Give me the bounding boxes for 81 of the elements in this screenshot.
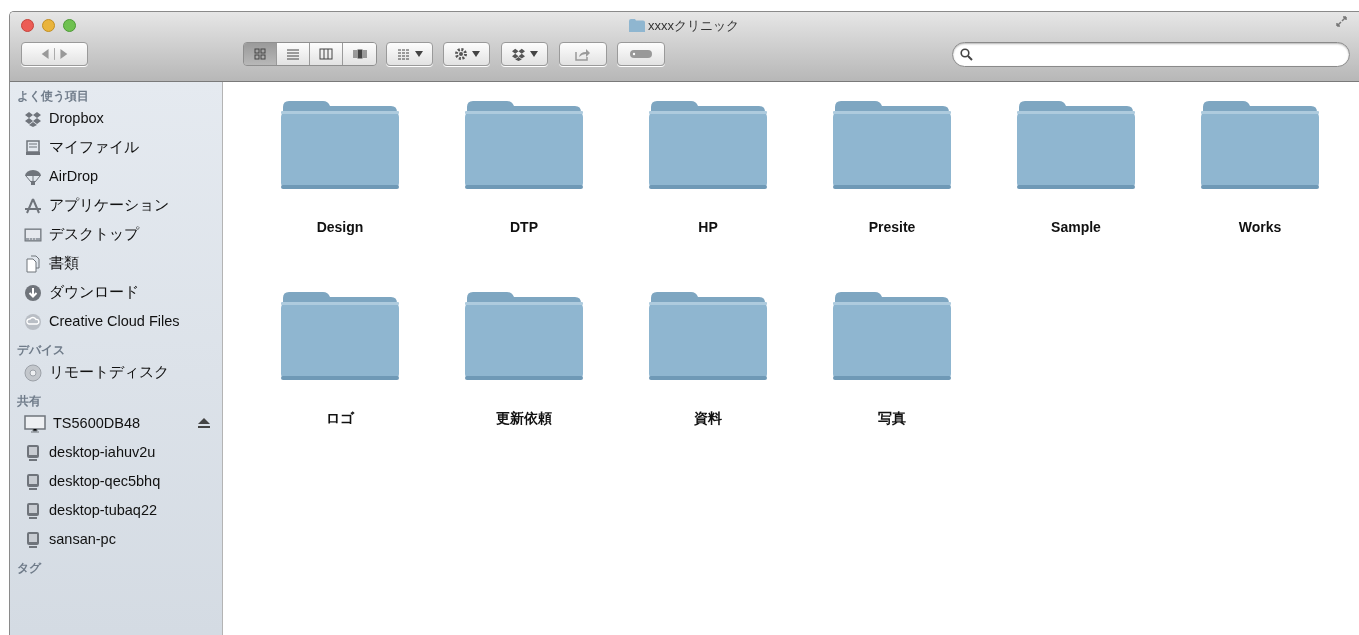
folder-name[interactable]: Design — [316, 217, 364, 238]
sidebar-item[interactable]: sansan-pc — [49, 528, 116, 551]
monitor-icon — [24, 414, 46, 433]
folder-icon — [1015, 99, 1137, 191]
dropbox-menu-button[interactable] — [501, 42, 548, 66]
view-mode-control[interactable] — [243, 42, 377, 66]
sidebar-item[interactable]: リモートディスク — [49, 361, 169, 384]
back-forward-button[interactable] — [21, 42, 88, 66]
icon-grid-icon — [253, 48, 267, 60]
computer-icon — [24, 472, 42, 491]
creative-cloud-icon — [24, 312, 42, 331]
share-icon — [575, 47, 591, 61]
columns-icon — [319, 48, 333, 60]
caret-icon — [530, 51, 538, 57]
caret-icon — [471, 51, 480, 57]
app-store-icon — [24, 196, 42, 215]
drawer-icon — [24, 138, 42, 157]
arrange-icon — [396, 48, 411, 60]
sidebar-item[interactable]: マイファイル — [49, 136, 139, 159]
sidebar-section-title: 共有 — [16, 393, 42, 409]
arrange-button[interactable] — [386, 42, 433, 66]
computer-icon — [24, 501, 42, 520]
folder-icon — [279, 290, 401, 382]
folder-icon — [647, 99, 769, 191]
sidebar-item[interactable]: Creative Cloud Files — [49, 310, 180, 333]
folder-icon — [1199, 99, 1321, 191]
download-icon — [24, 283, 42, 302]
search-field[interactable] — [952, 41, 1350, 67]
desktop-icon — [24, 225, 42, 244]
list-icon — [286, 48, 300, 60]
sidebar-section-title: よく使う項目 — [16, 88, 90, 104]
folder-icon — [279, 99, 401, 191]
search-icon — [960, 47, 973, 61]
fullscreen-icon[interactable] — [1336, 16, 1347, 27]
folder-icon — [463, 99, 585, 191]
dropbox-icon — [24, 109, 42, 128]
sidebar-item[interactable]: desktop-qec5bhq — [49, 470, 161, 493]
dropbox-icon — [511, 47, 526, 61]
view-mode-button[interactable] — [343, 43, 376, 65]
share-button[interactable] — [559, 42, 607, 66]
caret-icon — [414, 51, 423, 57]
window-title: xxxxクリニック — [648, 17, 739, 35]
folder-name[interactable]: 資料 — [694, 408, 722, 429]
folder-name[interactable]: Presite — [868, 217, 916, 238]
gear-icon — [453, 47, 468, 61]
folder-icon — [831, 99, 953, 191]
folder-icon — [647, 290, 769, 382]
sidebar-item[interactable]: デスクトップ — [49, 223, 139, 246]
computer-icon — [24, 530, 42, 549]
folder-name[interactable]: 更新依頼 — [496, 408, 552, 429]
folder-name[interactable]: Works — [1238, 217, 1282, 238]
sidebar-item[interactable]: 書類 — [49, 252, 79, 275]
sidebar-item[interactable]: AirDrop — [49, 165, 99, 188]
sidebar-item[interactable]: desktop-tubaq22 — [49, 499, 158, 522]
action-button[interactable] — [443, 42, 490, 66]
sidebar-item[interactable]: desktop-iahuv2u — [49, 441, 156, 464]
folder-name[interactable]: ロゴ — [326, 408, 354, 429]
documents-icon — [24, 254, 42, 273]
folder-icon — [831, 290, 953, 382]
folder-icon — [463, 290, 585, 382]
computer-icon — [24, 443, 42, 462]
folder-name[interactable]: Sample — [1051, 217, 1101, 238]
cover-flow-icon — [352, 48, 367, 60]
eject-icon[interactable] — [198, 418, 210, 429]
sidebar-section-title: デバイス — [16, 342, 66, 358]
folder-name[interactable]: DTP — [510, 217, 538, 238]
minimize-button[interactable] — [42, 19, 55, 32]
sidebar-item[interactable]: ダウンロード — [49, 281, 139, 304]
tag-button[interactable] — [617, 42, 665, 66]
sidebar-section-title: タグ — [16, 560, 43, 576]
sidebar-item[interactable]: アプリケーション — [49, 194, 169, 217]
folder-icon — [629, 19, 645, 33]
sidebar-item[interactable]: TS5600DB48 — [53, 412, 141, 435]
close-button[interactable] — [21, 19, 34, 32]
tag-icon — [629, 49, 653, 59]
disc-icon — [24, 363, 42, 382]
zoom-button[interactable] — [63, 19, 76, 32]
sidebar-item[interactable]: Dropbox — [49, 107, 104, 130]
folder-name[interactable]: 写真 — [878, 408, 906, 429]
folder-name[interactable]: HP — [698, 217, 718, 238]
parachute-icon — [24, 167, 42, 186]
